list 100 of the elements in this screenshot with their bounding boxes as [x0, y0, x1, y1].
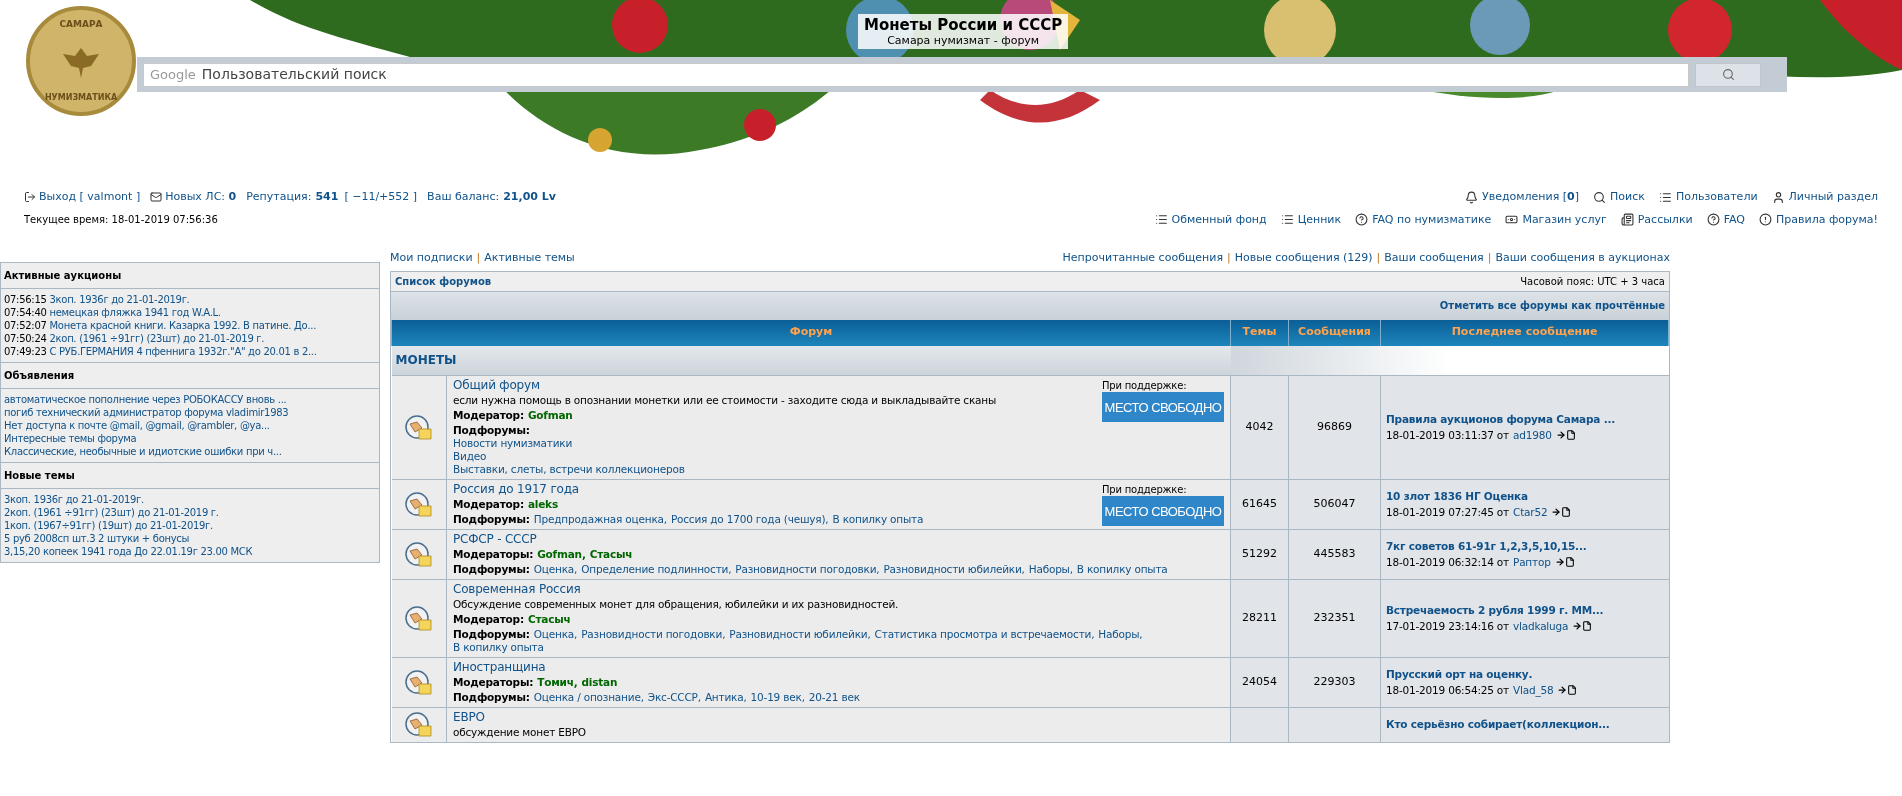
last-post-link[interactable]: Встречаемость 2 рубля 1999 г. ММ... [1386, 602, 1664, 619]
sidebar-link[interactable]: Классические, необычные и идиотские ошибки при ч... [4, 445, 282, 458]
moderator-link[interactable]: Стасыч [589, 548, 633, 561]
nav-link[interactable]: Новые сообщения (129) [1234, 250, 1373, 267]
sidebar-link[interactable]: Монета красной книги. Казарка 1992. В патине. До... [49, 319, 317, 332]
subforum-link[interactable]: Оценка, [533, 628, 578, 641]
author-link[interactable]: Раптор [1513, 554, 1551, 571]
sponsor-banner[interactable]: МЕСТО СВОБОДНО [1102, 392, 1224, 422]
last-post-link[interactable]: Прусский орт на оценку. [1386, 666, 1664, 683]
forum-title-link[interactable]: Современная Россия [453, 583, 1224, 596]
subforum-link[interactable]: 20-21 век [808, 691, 860, 704]
moderator-label: Модераторы: [453, 548, 534, 561]
nav-link[interactable]: Активные темы [484, 250, 575, 267]
subforum-link[interactable]: В копилку опыта [1076, 563, 1168, 576]
search-input[interactable]: Пользовательский поиск [201, 64, 1682, 85]
moderator-link[interactable]: Томич, [537, 676, 578, 689]
moderator-link[interactable]: Стасыч [527, 613, 571, 626]
subforum-link[interactable]: Наборы, [1098, 628, 1143, 641]
breadcrumb-link[interactable]: Список форумов [395, 273, 492, 289]
posts-count: 229303 [1288, 657, 1381, 708]
sidebar-link[interactable]: 3коп. 1936г до 21-01-2019г. [4, 493, 144, 506]
sidebar-link[interactable]: немецкая фляжка 1941 год W.A.L. [49, 306, 221, 319]
goto-post-icon[interactable] [1555, 430, 1576, 441]
sidebar-link[interactable]: 3коп. 1936г до 21-01-2019г. [49, 293, 190, 306]
folder-icon [404, 490, 433, 519]
sidebar-link[interactable]: 2коп. (1961 ÷91гг) (23шт) до 21-01-2019 г. [4, 506, 219, 519]
subforum-link[interactable]: Новости нумизматики [453, 437, 997, 450]
moderator-link[interactable]: aleks [527, 498, 558, 511]
subforum-link[interactable]: Статистика просмотра и встречаемости, [874, 628, 1095, 641]
header-link[interactable]: Уведомления [0] [1464, 189, 1580, 206]
forum-title-link[interactable]: ЕВРО [453, 711, 586, 724]
subforum-link[interactable]: Разновидности юбилейки, [883, 563, 1025, 576]
sidebar-link[interactable]: Нет доступа к почте @mail, @gmail, @rambler, @ya... [4, 419, 270, 432]
mark-read-link[interactable]: Отметить все форумы как прочтённые [1439, 298, 1665, 313]
nav-link[interactable]: Мои подписки [390, 250, 473, 267]
subforum-link[interactable]: 10-19 век, [750, 691, 805, 704]
reputation-value: 541 [315, 189, 339, 205]
header-link[interactable]: FAQ по нумизматике [1355, 211, 1492, 228]
nav-link[interactable]: Ваши сообщения в аукционах [1495, 250, 1670, 267]
header-link[interactable]: Личный раздел [1771, 189, 1878, 206]
sidebar-link[interactable]: 1коп. (1967÷91гг) (19шт) до 21-01-2019г. [4, 519, 213, 532]
topics-count: 28211 [1230, 579, 1289, 658]
subforum-link[interactable]: Определение подлинности, [581, 563, 732, 576]
sidebar-link[interactable]: 3,15,20 копеек 1941 года До 22.01.19г 23.00 МСК [4, 545, 253, 558]
header-link[interactable]: Магазин услуг [1505, 211, 1607, 228]
subforum-link[interactable]: Разновидности погодовки, [735, 563, 880, 576]
header-link[interactable]: Пользователи [1658, 189, 1758, 206]
subforum-link[interactable]: Предпродажная оценка, [533, 513, 667, 526]
subforum-link[interactable]: В копилку опыта [453, 641, 544, 654]
last-post-date: 18-01-2019 07:27:45 от [1386, 504, 1509, 520]
forum-title-link[interactable]: РСФСР - СССР [453, 533, 1168, 546]
sidebar-link[interactable]: Интересные темы форума [4, 432, 137, 445]
bell-icon [1464, 190, 1478, 204]
forum-title-link[interactable]: Общий форум [453, 379, 997, 392]
goto-post-icon[interactable] [1551, 507, 1572, 518]
author-link[interactable]: vladkaluga [1513, 618, 1569, 635]
goto-post-icon[interactable] [1554, 557, 1575, 568]
subforum-link[interactable]: Видео [453, 450, 997, 463]
nav-link[interactable]: Ваши сообщения [1384, 250, 1484, 267]
header-link[interactable]: Обменный фонд [1154, 211, 1267, 228]
subforum-link[interactable]: Оценка / опознание, [533, 691, 644, 704]
moderator-link[interactable]: Gofman, [537, 548, 586, 561]
nav-link[interactable]: Непрочитанные сообщения [1062, 250, 1223, 267]
sidebar-link[interactable]: 2коп. (1961 ÷91гг) (23шт) до 21-01-2019 г. [49, 332, 265, 345]
subforum-link[interactable]: Разновидности юбилейки, [729, 628, 871, 641]
sidebar-link[interactable]: автоматическое пополнение через РОБОКАССУ вновь ... [4, 393, 287, 406]
subforum-link[interactable]: Антика, [704, 691, 747, 704]
forum-title-link[interactable]: Россия до 1917 года [453, 483, 924, 496]
subforum-link[interactable]: Выставки, слеты, встречи коллекционеров [453, 463, 997, 476]
logout-link[interactable]: Выход [ valmont ] [24, 189, 141, 206]
last-post-link[interactable]: 7кг советов 61-91г 1,2,3,5,10,15... [1386, 538, 1664, 555]
subforum-link[interactable]: Оценка, [533, 563, 578, 576]
header-link[interactable]: Правила форума! [1759, 211, 1878, 228]
header-link[interactable]: Рассылки [1620, 211, 1693, 228]
last-post-link[interactable]: 10 злот 1836 НГ Оценка [1386, 488, 1664, 505]
messages-link[interactable]: Новых ЛС: 0 [150, 189, 237, 206]
moderator-link[interactable]: distan [581, 676, 618, 689]
moderator-link[interactable]: Gofman [527, 409, 573, 422]
sponsor-banner[interactable]: МЕСТО СВОБОДНО [1102, 496, 1224, 526]
subforum-link[interactable]: Разновидности погодовки, [581, 628, 726, 641]
goto-post-icon[interactable] [1557, 685, 1578, 696]
sidebar-link[interactable]: погиб технический администратор форума vladimir1983 [4, 406, 289, 419]
goto-post-icon[interactable] [1572, 621, 1593, 632]
author-link[interactable]: Vlad_58 [1513, 682, 1554, 699]
reputation-link[interactable]: [ −11/+552 ] [344, 189, 418, 206]
author-link[interactable]: ad1980 [1513, 427, 1552, 444]
subforum-link[interactable]: Экс-СССР, [647, 691, 701, 704]
author-link[interactable]: Ctar52 [1513, 504, 1548, 521]
last-post-link[interactable]: Правила аукционов форума Самара ... [1386, 411, 1664, 428]
subforum-link[interactable]: В копилку опыта [832, 513, 924, 526]
sidebar-link[interactable]: С РУБ.ГЕРМАНИЯ 4 пфеннига 1932г."A" до 20.01 в 2... [49, 345, 317, 358]
forum-title-link[interactable]: Иностранщина [453, 661, 860, 674]
header-link[interactable]: FAQ [1706, 211, 1745, 228]
subforum-link[interactable]: Россия до 1700 года (чешуя), [670, 513, 829, 526]
header-link[interactable]: Ценник [1280, 211, 1342, 228]
sidebar-link[interactable]: 5 руб 2008сп шт.3 2 штуки + бонусы [4, 532, 190, 545]
header-link[interactable]: Поиск [1593, 189, 1645, 206]
topics-count: 51292 [1230, 529, 1289, 580]
subforum-link[interactable]: Наборы, [1028, 563, 1073, 576]
logo-text: САМАРА [59, 18, 103, 31]
